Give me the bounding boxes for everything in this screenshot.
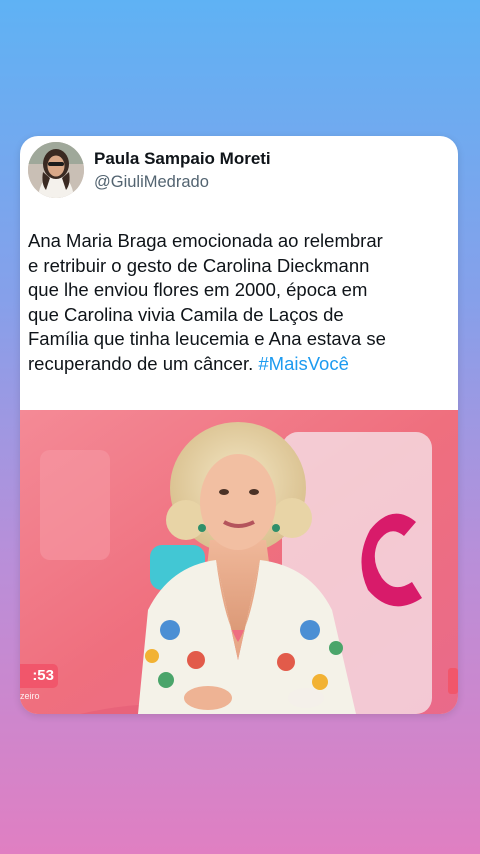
tweet-header: Paula Sampaio Moreti @GiuliMedrado [20, 136, 458, 208]
author-name[interactable]: Paula Sampaio Moreti [94, 149, 271, 169]
author-handle[interactable]: @GiuliMedrado [94, 173, 209, 192]
tv-clock-caption: zeiro [20, 691, 40, 701]
tweet-text-line: Ana Maria Braga emocionada ao relembrar [28, 230, 383, 251]
hashtag-link[interactable]: #MaisVocê [258, 353, 349, 374]
avatar-photo [28, 142, 84, 198]
tweet-text-line: e retribuir o gesto de Carolina Dieckman… [28, 254, 370, 276]
tweet-text: Ana Maria Braga emocionada ao relembrar … [28, 229, 454, 376]
author-avatar[interactable] [28, 142, 84, 198]
tweet-card[interactable]: Paula Sampaio Moreti @GiuliMedrado Ana M… [20, 136, 458, 714]
tweet-text-line: que Carolina vivia Camila de Laços de [28, 303, 344, 325]
tweet-text-fragment: recuperando de um câncer. [28, 352, 259, 374]
tweet-media[interactable]: :53 zeiro [20, 410, 458, 714]
tweet-text-line-last: recuperando de um câncer. #MaisVocê [28, 352, 454, 377]
tweet-text-line: Família que tinha leucemia e Ana estava … [28, 328, 386, 349]
tweet-text-line: que lhe enviou flores em 2000, época em [28, 279, 368, 300]
tv-show-still [20, 410, 458, 714]
tv-clock-badge: :53 [20, 664, 58, 688]
story-background: { "tweet": { "author_name": "Paula Sampa… [0, 0, 480, 854]
